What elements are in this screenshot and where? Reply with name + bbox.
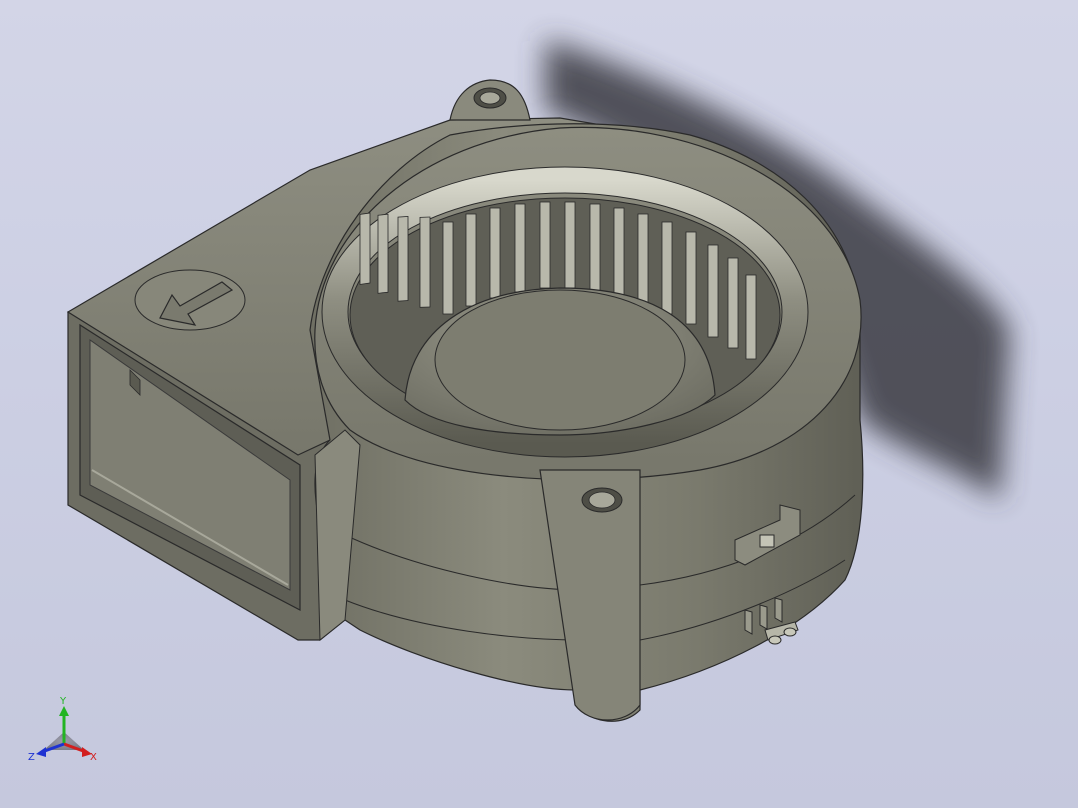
arrow-left-down-icon xyxy=(134,269,246,331)
model-view[interactable] xyxy=(0,0,1078,808)
orientation-triad[interactable]: Y X Z xyxy=(24,692,104,772)
x-axis-label: X xyxy=(90,752,97,763)
hub-top xyxy=(434,289,686,431)
graphics-viewport[interactable]: Y X Z xyxy=(0,0,1078,808)
y-axis-label: Y xyxy=(59,696,67,707)
z-axis-label: Z xyxy=(28,752,35,763)
